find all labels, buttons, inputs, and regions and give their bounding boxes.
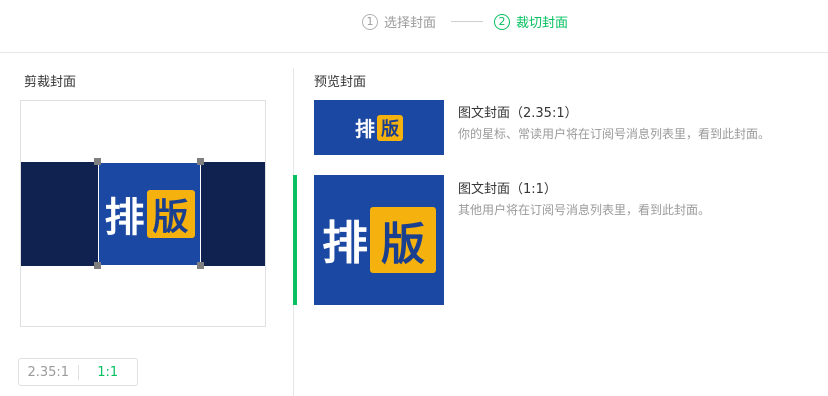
ratio-option-1-1[interactable]: 1:1 xyxy=(79,365,138,380)
crop-canvas: 排 版 xyxy=(20,100,266,327)
active-preview-indicator xyxy=(293,175,297,305)
step-header: 1 选择封面 2 裁切封面 xyxy=(0,0,828,53)
preview-wide-title: 图文封面（2.35:1） xyxy=(458,106,578,121)
crop-section-title: 剪裁封面 xyxy=(24,75,77,90)
cover-text-pai: 排 xyxy=(104,195,145,241)
crop-handle-bottom-left[interactable] xyxy=(94,262,101,269)
cover-text-ban: 版 xyxy=(146,190,195,238)
preview-square-title: 图文封面（1:1） xyxy=(458,182,557,197)
cover-text-ban: 版 xyxy=(370,207,436,273)
preview-wide-desc: 你的星标、常读用户将在订阅号消息列表里，看到此封面。 xyxy=(458,127,771,141)
step-label: 选择封面 xyxy=(384,16,437,31)
preview-section-title: 预览封面 xyxy=(314,75,367,90)
step-label: 裁切封面 xyxy=(516,16,569,31)
step-crop-cover[interactable]: 2 裁切封面 xyxy=(494,12,568,31)
crop-handle-top-left[interactable] xyxy=(94,158,101,165)
step-number-circle: 2 xyxy=(494,13,510,30)
cover-text-pai: 排 xyxy=(322,216,368,270)
preview-square-desc: 其他用户将在订阅号消息列表里，看到此封面。 xyxy=(458,203,711,217)
crop-selection[interactable]: 排 版 xyxy=(98,162,201,266)
step-select-cover[interactable]: 1 选择封面 xyxy=(362,12,436,31)
ratio-option-2-35-1[interactable]: 2.35:1 xyxy=(19,364,79,380)
preview-wide-cover[interactable]: 排 版 xyxy=(314,100,444,155)
crop-handle-top-right[interactable] xyxy=(197,158,204,165)
ratio-switch: 2.35:1 1:1 xyxy=(18,358,138,386)
cover-text-pai: 排 xyxy=(355,117,375,141)
cover-text-ban: 版 xyxy=(377,114,403,141)
step-number-circle: 1 xyxy=(362,13,378,30)
crop-handle-bottom-right[interactable] xyxy=(197,262,204,269)
preview-square-cover[interactable]: 排 版 xyxy=(314,175,444,305)
step-connector xyxy=(451,21,483,22)
